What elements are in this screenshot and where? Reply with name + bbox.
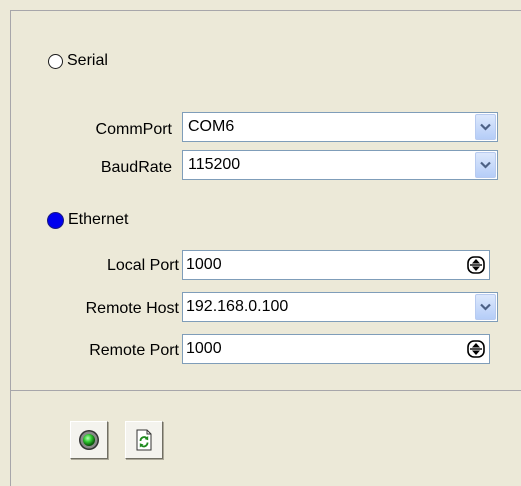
local-port-value: 1000: [186, 256, 222, 273]
remote-port-value: 1000: [186, 340, 222, 357]
local-port-spin-button[interactable]: [467, 256, 485, 274]
remote-host-label: Remote Host: [85, 300, 179, 317]
serial-radio[interactable]: Serial: [48, 52, 108, 70]
spin-updown-icon: [467, 256, 485, 274]
ethernet-radio[interactable]: Ethernet: [47, 211, 129, 229]
baudrate-label: BaudRate: [100, 159, 172, 176]
remote-port-spinner[interactable]: 1000: [182, 334, 490, 364]
serial-radio-label: Serial: [67, 52, 108, 69]
remote-host-dropdown-button[interactable]: [475, 294, 496, 320]
local-port-spinner[interactable]: 1000: [182, 250, 490, 280]
serial-radio-circle[interactable]: [48, 53, 63, 69]
baudrate-dropdown-button[interactable]: [475, 152, 496, 178]
refresh-button[interactable]: [125, 421, 163, 459]
chevron-down-icon: [480, 123, 491, 131]
spin-updown-icon: [467, 340, 485, 358]
chevron-down-icon: [480, 303, 491, 311]
remote-host-combo[interactable]: 192.168.0.100: [182, 292, 498, 322]
commport-combo[interactable]: COM6: [182, 112, 498, 142]
ethernet-radio-circle[interactable]: [47, 211, 64, 229]
remote-host-value: 192.168.0.100: [186, 298, 289, 315]
connect-status-icon: [79, 430, 99, 450]
ethernet-radio-label: Ethernet: [68, 211, 129, 228]
commport-label: CommPort: [95, 121, 172, 138]
commport-dropdown-button[interactable]: [475, 114, 496, 140]
refresh-icon: [136, 429, 152, 451]
baudrate-value: 115200: [188, 156, 241, 173]
baudrate-combo[interactable]: 115200: [182, 150, 498, 180]
remote-port-label: Remote Port: [89, 342, 179, 359]
local-port-label: Local Port: [106, 257, 179, 274]
connect-button[interactable]: [70, 421, 108, 459]
commport-value: COM6: [188, 118, 235, 135]
chevron-down-icon: [480, 161, 491, 169]
remote-port-spin-button[interactable]: [467, 340, 485, 358]
